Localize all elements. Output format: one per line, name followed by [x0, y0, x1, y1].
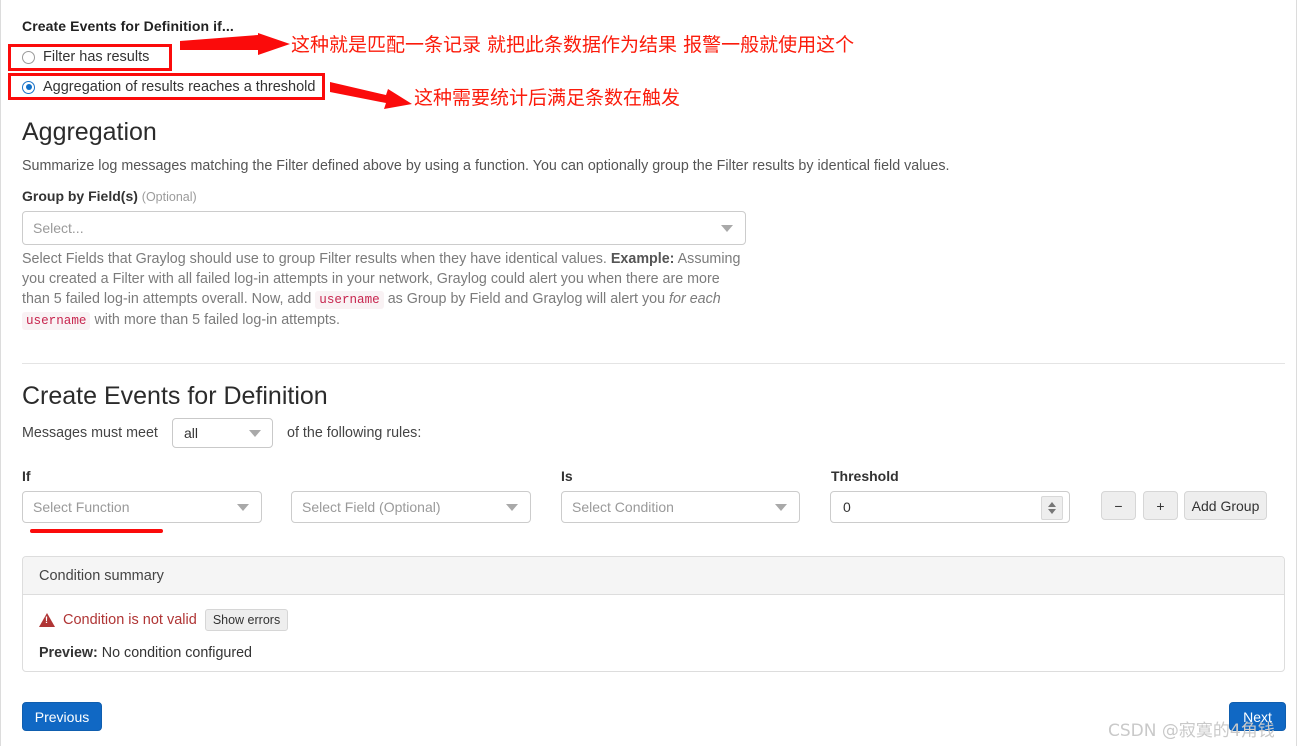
- help-for-each-italic: for each: [669, 291, 721, 307]
- radio-label-aggregation-threshold: Aggregation of results reaches a thresho…: [43, 79, 316, 95]
- help-line3-b: as Group by Field and Graylog will: [383, 291, 607, 307]
- if-column-label: If: [22, 468, 31, 484]
- help-code-username-1: username: [315, 291, 384, 309]
- preview-label: Preview:: [39, 645, 98, 661]
- condition-preview-row: Preview: No condition configured: [39, 645, 1268, 661]
- chevron-down-icon[interactable]: [506, 503, 518, 511]
- condition-invalid-row: Condition is not valid Show errors: [39, 609, 1268, 631]
- preview-value: No condition configured: [101, 645, 253, 661]
- add-group-button[interactable]: Add Group: [1184, 491, 1267, 520]
- radio-icon-unchecked[interactable]: [22, 50, 35, 64]
- remove-rule-button[interactable]: −: [1101, 491, 1136, 520]
- threshold-input[interactable]: 0: [830, 491, 1070, 523]
- radio-icon-checked[interactable]: [22, 80, 35, 94]
- match-type-value: all: [184, 425, 199, 441]
- aggregation-description: Summarize log messages matching the Filt…: [22, 158, 950, 174]
- page-left-border: [0, 0, 1, 746]
- annotation-note-2: 这种需要统计后满足条数在触发: [414, 87, 681, 109]
- radio-label-filter-has-results: Filter has results: [43, 49, 150, 65]
- help-line4-a: alert you: [610, 291, 670, 307]
- aggregation-heading: Aggregation: [22, 118, 157, 146]
- help-code-username-2: username: [22, 312, 91, 330]
- select-condition-dropdown[interactable]: Select Condition: [561, 491, 800, 523]
- help-line1-a: Select Fields that Graylog should use to…: [22, 251, 611, 267]
- page-root: Create Events for Definition if... Filte…: [0, 0, 1305, 746]
- chevron-down-icon[interactable]: [721, 224, 733, 232]
- radio-aggregation-threshold[interactable]: Aggregation of results reaches a thresho…: [22, 79, 315, 95]
- section-divider: [22, 363, 1285, 364]
- add-rule-button[interactable]: +: [1143, 491, 1178, 520]
- select-field-placeholder: Select Field (Optional): [302, 499, 441, 515]
- csdn-watermark: CSDN @寂寞的4角钱: [1108, 721, 1275, 741]
- chevron-down-icon[interactable]: [775, 503, 787, 511]
- number-stepper-icon[interactable]: [1041, 496, 1063, 520]
- chevron-down-icon[interactable]: [237, 503, 249, 511]
- messages-must-meet-label: Messages must meet: [22, 425, 158, 441]
- annotation-underline-select-function: [30, 529, 163, 533]
- group-by-help-text: Select Fields that Graylog should use to…: [22, 249, 742, 331]
- following-rules-label: of the following rules:: [287, 425, 422, 441]
- condition-invalid-text: Condition is not valid: [63, 612, 197, 628]
- annotation-arrow-2: [330, 82, 412, 109]
- group-by-optional-text: (Optional): [141, 190, 197, 204]
- create-events-if-title: Create Events for Definition if...: [22, 18, 234, 34]
- show-errors-button[interactable]: Show errors: [204, 609, 289, 631]
- condition-summary-panel: Condition summary Condition is not valid…: [22, 556, 1285, 672]
- help-example-bold: Example:: [610, 251, 675, 267]
- match-type-select[interactable]: all: [172, 418, 273, 448]
- select-function-dropdown[interactable]: Select Function: [22, 491, 262, 523]
- warning-triangle-icon: [39, 613, 55, 627]
- annotation-arrow-1: [180, 33, 290, 55]
- select-function-placeholder: Select Function: [33, 499, 130, 515]
- chevron-down-icon[interactable]: [249, 429, 261, 437]
- stepper-up-icon[interactable]: [1048, 502, 1056, 507]
- annotation-note-1: 这种就是匹配一条记录 就把此条数据作为结果 报警一般就使用这个: [291, 34, 855, 56]
- radio-filter-has-results[interactable]: Filter has results: [22, 49, 149, 65]
- page-right-border: [1296, 0, 1297, 746]
- create-events-heading: Create Events for Definition: [22, 382, 328, 410]
- group-by-field-label-text: Group by Field(s): [22, 188, 138, 204]
- is-column-label: Is: [561, 468, 573, 484]
- select-field-dropdown[interactable]: Select Field (Optional): [291, 491, 531, 523]
- group-by-field-label: Group by Field(s) (Optional): [22, 188, 197, 204]
- help-line4-b: with more than 5 failed log-in attempts.: [90, 312, 340, 328]
- stepper-down-icon[interactable]: [1048, 509, 1056, 514]
- condition-summary-body: Condition is not valid Show errors Previ…: [23, 595, 1284, 661]
- condition-summary-header: Condition summary: [23, 557, 1284, 595]
- threshold-value: 0: [843, 499, 851, 515]
- previous-button[interactable]: Previous: [22, 702, 102, 731]
- threshold-column-label: Threshold: [831, 468, 899, 484]
- group-by-field-placeholder: Select...: [33, 220, 84, 236]
- group-by-field-select[interactable]: Select...: [22, 211, 746, 245]
- select-condition-placeholder: Select Condition: [572, 499, 674, 515]
